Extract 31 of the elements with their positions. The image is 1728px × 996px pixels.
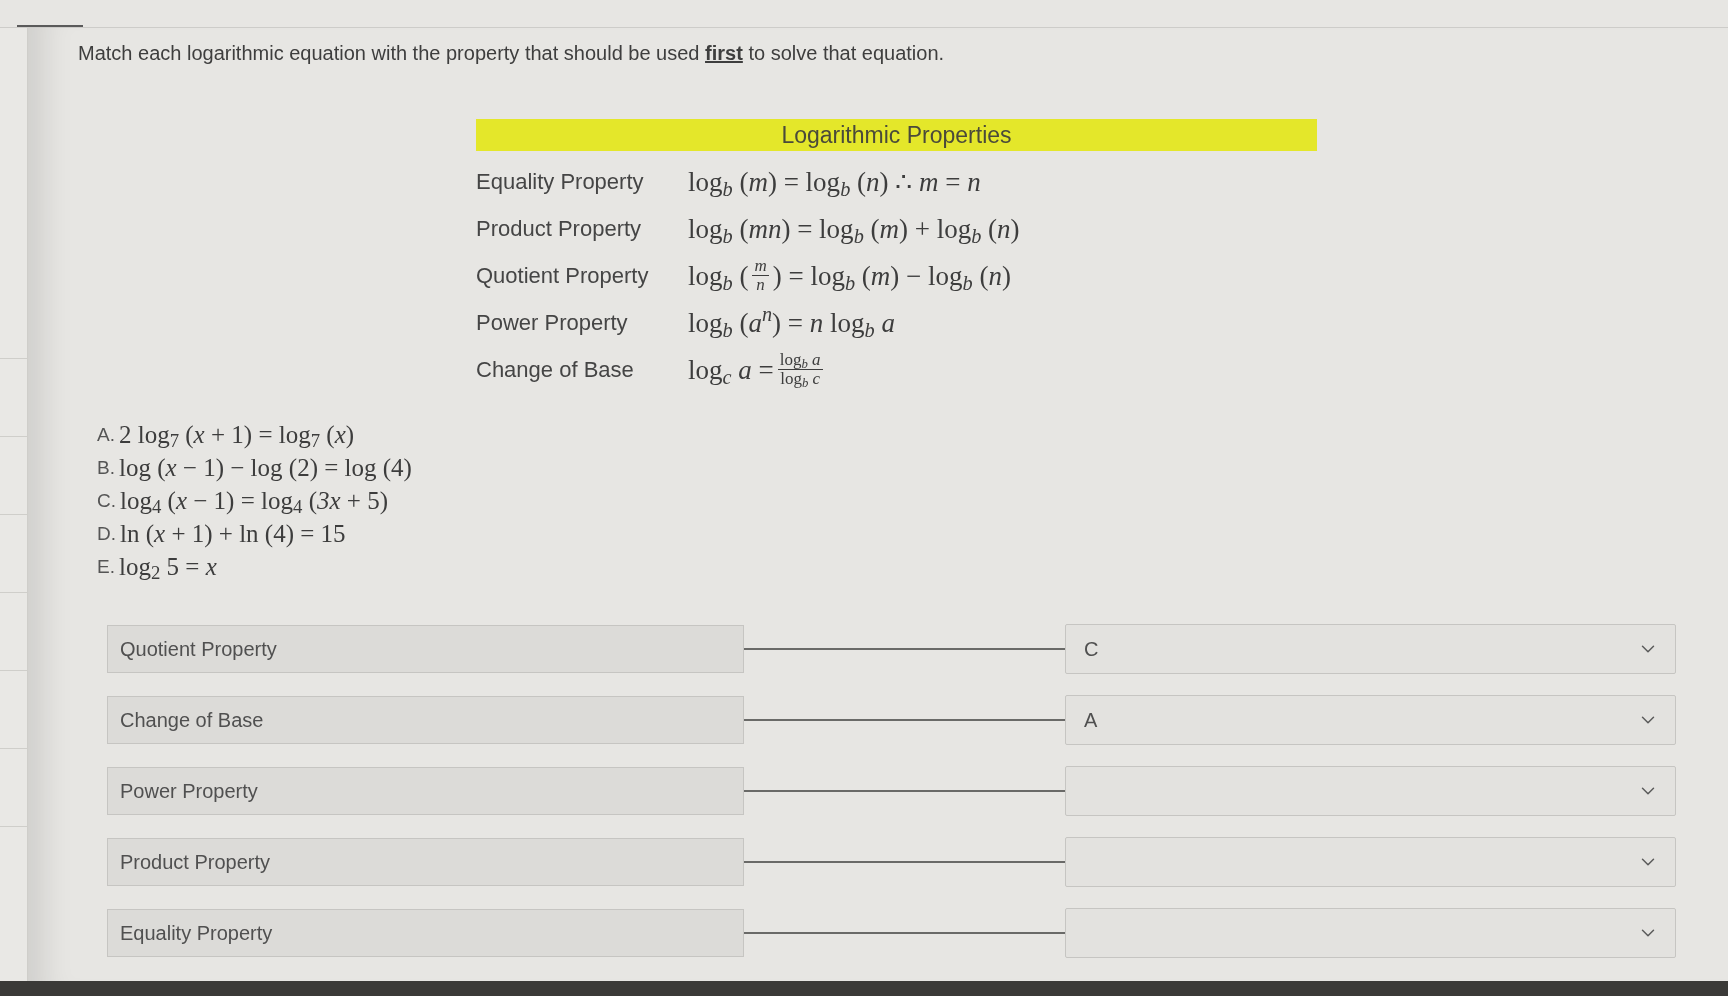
equation-formula: 2 log$_{7}$ (x + 1) = log$_{7}$ (x) <box>118 419 355 450</box>
equation-formula: log$_{2}$ 5 = x <box>118 551 217 582</box>
answer-dropdown[interactable]: C <box>1065 624 1676 674</box>
answer-dropdown[interactable]: A <box>1065 695 1676 745</box>
property-card: Equality Property <box>107 909 744 957</box>
question-prompt: Match each logarithmic equation with the property that should be used first to solve that equation. <box>78 41 946 65</box>
property-card: Change of Base <box>107 696 744 744</box>
property-card: Product Property <box>107 838 744 886</box>
answer-dropdown[interactable] <box>1065 837 1676 887</box>
property-formula: log$_{b}$ (m) = log$_{b}$ (n) ∴ m = n <box>688 165 981 202</box>
property-card: Quotient Property <box>107 625 744 673</box>
property-formula: log$_{b}$ (a$^{n}$) = n log$_{b}$ a <box>688 302 895 343</box>
answer-dropdown[interactable] <box>1065 766 1676 816</box>
equation-formula: ln (x + 1) + ln (4) = 15 <box>120 518 346 549</box>
answer-dropdown[interactable] <box>1065 908 1676 958</box>
equation-letter: E. <box>97 554 115 579</box>
property-name: Equality Property <box>476 167 645 196</box>
property-card: Power Property <box>107 767 744 815</box>
equation-formula: log$_{4}$ (x − 1) = log$_{4}$ (3x + 5) <box>120 485 388 516</box>
table-title: Logarithmic Properties <box>476 119 1317 151</box>
equation-letter: D. <box>97 521 116 546</box>
property-name: Product Property <box>476 214 643 243</box>
equation-letter: A. <box>97 422 115 447</box>
equation-letter: B. <box>97 455 115 480</box>
equation-formula: log (x − 1) − log (2) = log (4) <box>118 452 412 483</box>
property-name: Quotient Property <box>476 261 650 290</box>
property-formula: log$_{b}$ (mn) = log$_{b}$ (m) + log$_{b}$ (n) <box>688 212 1020 249</box>
property-formula: log$_{c}$ a = log$_{b}$ a log$_{b}$ c <box>688 349 824 390</box>
property-name: Change of Base <box>476 355 635 384</box>
property-name: Power Property <box>476 308 629 337</box>
equation-letter: C. <box>97 488 116 513</box>
